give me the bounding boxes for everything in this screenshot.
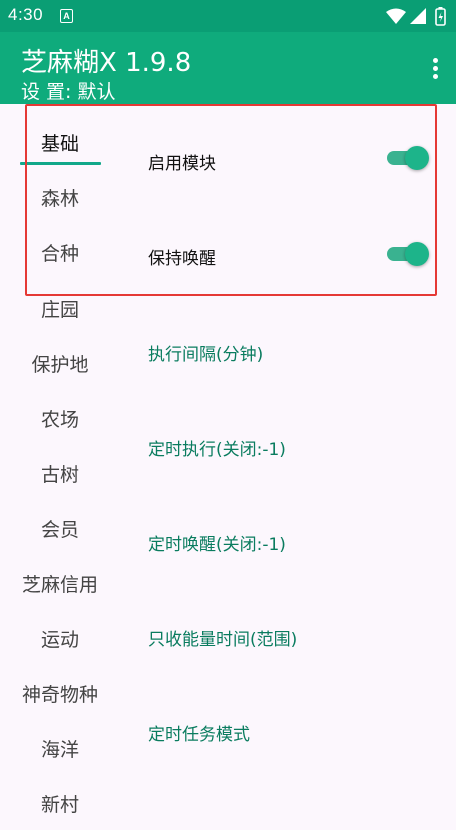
- app-bar: 芝麻糊X 1.9.8 设 置: 默认: [0, 32, 456, 104]
- notification-icon: A: [60, 9, 73, 23]
- nav-item-sport[interactable]: 运动: [10, 615, 110, 665]
- status-time: 4:30: [8, 5, 44, 24]
- setting-interval[interactable]: 执行间隔(分钟): [148, 340, 263, 365]
- setting-scheduled-run[interactable]: 定时执行(关闭:-1): [148, 435, 286, 460]
- nav-item-species[interactable]: 神奇物种: [10, 670, 110, 720]
- highlight-box: [25, 104, 437, 296]
- nav-item-member[interactable]: 会员: [10, 505, 110, 555]
- wifi-icon: [386, 8, 406, 24]
- cellular-signal-icon: [410, 8, 426, 24]
- nav-item-credit[interactable]: 芝麻信用: [10, 560, 110, 610]
- setting-energy-time-range[interactable]: 只收能量时间(范围): [148, 625, 297, 650]
- system-icons: [386, 7, 446, 26]
- nav-item-ocean[interactable]: 海洋: [10, 725, 110, 775]
- app-title: 芝麻糊X 1.9.8: [21, 48, 192, 78]
- nav-item-farm[interactable]: 农场: [10, 395, 110, 445]
- setting-task-mode[interactable]: 定时任务模式: [148, 720, 250, 745]
- nav-item-village[interactable]: 新村: [10, 780, 110, 830]
- status-bar: 4:30 A: [0, 0, 456, 32]
- more-vert-icon[interactable]: [430, 58, 440, 82]
- battery-icon: [435, 7, 446, 26]
- nav-item-ancient-tree[interactable]: 古树: [10, 450, 110, 500]
- nav-item-reserve[interactable]: 保护地: [10, 340, 110, 390]
- setting-scheduled-wake[interactable]: 定时唤醒(关闭:-1): [148, 530, 286, 555]
- config-subtitle: 设 置: 默认: [21, 81, 116, 103]
